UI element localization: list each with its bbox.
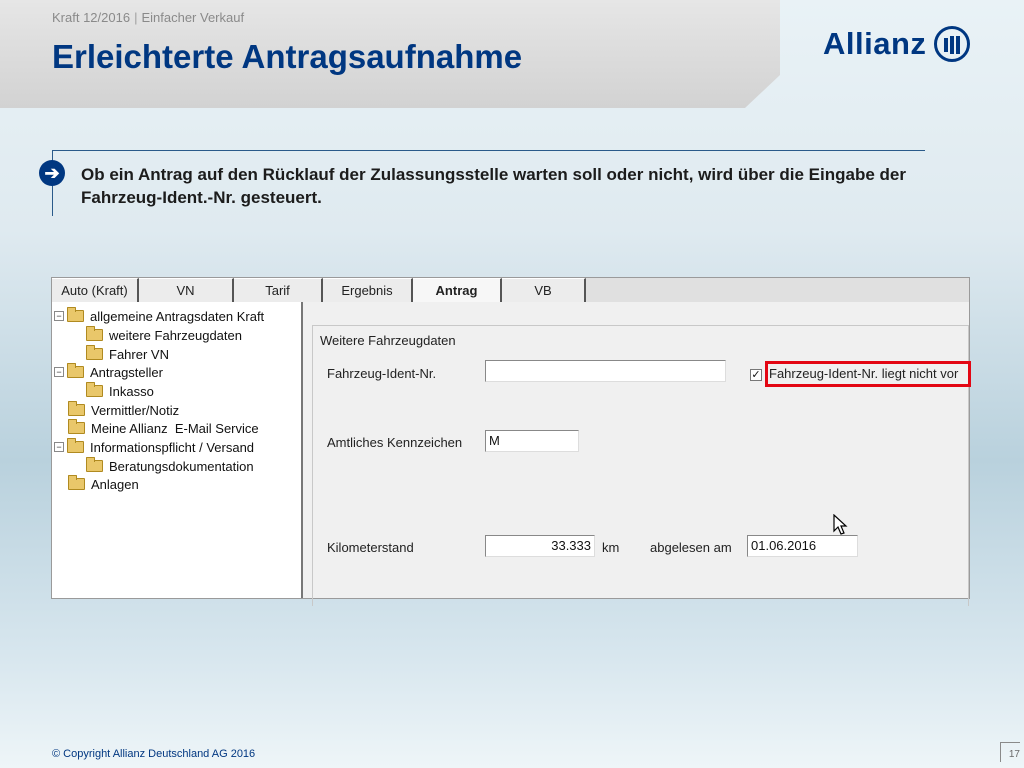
collapse-icon[interactable]: − (54, 311, 64, 321)
breadcrumb-item-verkauf: Einfacher Verkauf (141, 10, 245, 25)
tree-item-label: weitere Fahrzeugdaten (109, 327, 242, 343)
folder-icon (86, 457, 103, 472)
tree-item-anlagen[interactable]: Anlagen (68, 475, 139, 493)
tree-item-meine-allianz[interactable]: Meine Allianz E-Mail Service (68, 419, 259, 437)
tab-vn[interactable]: VN (139, 278, 234, 302)
tree-item-label: Fahrer VN (109, 346, 169, 362)
folder-icon (86, 382, 103, 397)
folder-open-icon (67, 307, 84, 322)
navigation-tree: − allgemeine Antragsdaten Kraft weitere … (52, 302, 303, 598)
tree-item-fahrer-vn[interactable]: Fahrer VN (86, 345, 169, 363)
plate-field[interactable]: M (485, 430, 579, 452)
groupbox-title: Weitere Fahrzeugdaten (318, 333, 458, 348)
tree-item-inkasso[interactable]: Inkasso (86, 382, 154, 400)
copyright-footer: © Copyright Allianz Deutschland AG 2016 (52, 748, 256, 760)
tree-item-label: Beratungsdokumentation (109, 458, 254, 474)
vin-missing-checkbox[interactable]: ✓ (750, 369, 762, 381)
tree-item-antragsteller[interactable]: − Antragsteller (54, 363, 163, 381)
read-on-date-field[interactable]: 01.06.2016 (747, 535, 858, 557)
form-panel: Weitere Fahrzeugdaten Fahrzeug-Ident-Nr.… (303, 302, 971, 606)
mileage-unit: km (602, 540, 620, 555)
tab-ergebnis[interactable]: Ergebnis (323, 278, 413, 302)
tab-bar: Auto (Kraft) VN Tarif Ergebnis Antrag VB (52, 278, 969, 302)
folder-open-icon (67, 438, 84, 453)
tree-item-label: Vermittler/Notiz (91, 402, 180, 418)
tree-item-label: Anlagen (91, 476, 139, 492)
tree-item-informationspflicht[interactable]: − Informationspflicht / Versand (54, 438, 254, 456)
folder-icon (86, 326, 103, 341)
highlight-frame (765, 361, 971, 387)
tab-vb[interactable]: VB (502, 278, 586, 302)
tree-item-beratungsdokumentation[interactable]: Beratungsdokumentation (86, 457, 254, 475)
allianz-eagle-icon (934, 26, 971, 62)
mileage-label: Kilometerstand (327, 540, 414, 555)
tree-item-label: allgemeine Antragsdaten Kraft (90, 308, 265, 324)
tree-item-label: Antragsteller (90, 364, 163, 380)
folder-icon (68, 475, 85, 490)
breadcrumb-separator: | (134, 10, 138, 25)
tree-item-label: Informationspflicht / Versand (90, 439, 255, 455)
folder-open-icon (67, 363, 84, 378)
collapse-icon[interactable]: − (54, 367, 64, 377)
tree-item-label: Meine Allianz E-Mail Service (91, 420, 259, 436)
vin-label: Fahrzeug-Ident-Nr. (327, 366, 437, 381)
page-number: 17 (1000, 742, 1020, 762)
read-on-label: abgelesen am (650, 540, 732, 555)
tree-item-label: Inkasso (109, 383, 154, 399)
breadcrumb: Kraft 12/2016 | Einfacher Verkauf (52, 10, 244, 25)
folder-icon (86, 345, 103, 360)
application-window: Auto (Kraft) VN Tarif Ergebnis Antrag VB… (51, 277, 971, 606)
collapse-icon[interactable]: − (54, 442, 64, 452)
tab-antrag[interactable]: Antrag (413, 278, 502, 302)
arrow-right-icon: ➔ (39, 160, 65, 186)
folder-icon (68, 401, 85, 416)
allianz-logo: Allianz (823, 26, 971, 62)
folder-icon (68, 419, 85, 434)
info-text: Ob ein Antrag auf den Rücklauf der Zulas… (81, 165, 906, 207)
mileage-field[interactable]: 33.333 (485, 535, 595, 557)
tree-item-vermittler-notiz[interactable]: Vermittler/Notiz (68, 401, 179, 419)
tree-item-allgemeine-antragsdaten[interactable]: − allgemeine Antragsdaten Kraft (54, 307, 264, 325)
tab-tarif[interactable]: Tarif (234, 278, 323, 302)
info-divider (52, 150, 925, 151)
plate-label: Amtliches Kennzeichen (327, 435, 463, 450)
breadcrumb-item-kraft: Kraft 12/2016 (52, 10, 131, 25)
page-title: Erleichterte Antragsaufnahme (52, 38, 523, 75)
tab-auto-kraft[interactable]: Auto (Kraft) (52, 278, 139, 302)
tree-item-weitere-fahrzeugdaten[interactable]: weitere Fahrzeugdaten (86, 326, 242, 344)
logo-wordmark: Allianz (823, 26, 927, 61)
vin-field[interactable] (485, 360, 726, 382)
